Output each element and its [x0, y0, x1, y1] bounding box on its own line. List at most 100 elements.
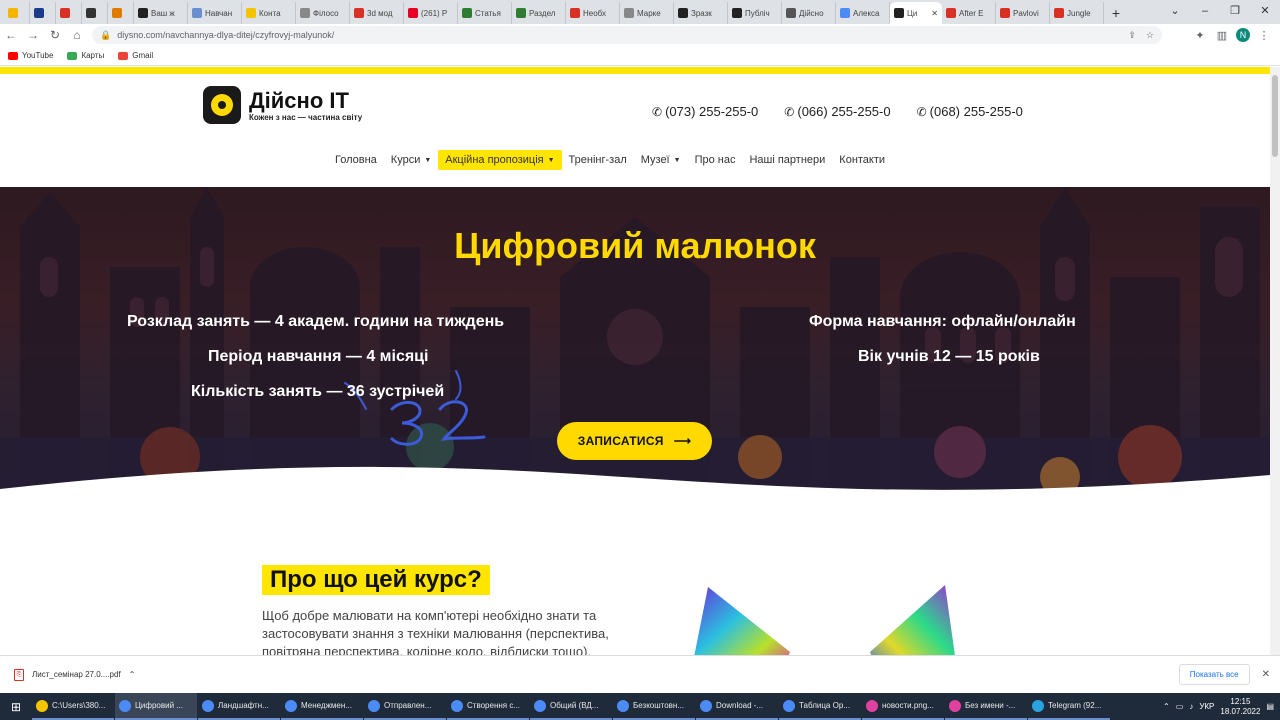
system-tray: ⌃ ▭ ♪ УКР 12:15 18.07.2022 ▤ — [1163, 697, 1280, 717]
browser-tab[interactable]: Pavlovi — [996, 2, 1050, 24]
browser-tab[interactable] — [56, 2, 82, 24]
taskbar-window[interactable]: Отправлен... — [364, 693, 446, 720]
browser-tab[interactable]: Марке — [620, 2, 674, 24]
page-scrollbar[interactable] — [1270, 67, 1280, 655]
browser-toolbar: ← → ↻ ⌂ 🔒 diysno.com/navchannya-dlya-dit… — [0, 24, 1280, 46]
profile-avatar[interactable]: N — [1236, 28, 1250, 42]
nav-item[interactable]: Контакти — [832, 150, 892, 170]
tab-favicon-icon — [112, 8, 122, 18]
phone-number-text: (073) 255-255-0 — [665, 104, 759, 119]
bookmark-item[interactable]: Gmail — [118, 51, 153, 60]
bookmark-item[interactable]: Карты — [67, 51, 104, 60]
browser-tab[interactable] — [108, 2, 134, 24]
browser-tab[interactable] — [4, 2, 30, 24]
taskbar-window[interactable]: Таблица Ор... — [779, 693, 861, 720]
nav-item[interactable]: Музеї ▼ — [634, 150, 688, 170]
tab-label: (261) P — [421, 8, 448, 18]
notifications-icon[interactable]: ▤ — [1266, 702, 1274, 711]
browser-tab[interactable]: Алекса — [836, 2, 890, 24]
reload-button[interactable]: ↻ — [44, 28, 66, 42]
taskbar-window[interactable]: новости.png... — [862, 693, 944, 720]
phone-number-text: (066) 255-255-0 — [797, 104, 891, 119]
browser-tab[interactable]: Дійсно — [782, 2, 836, 24]
browser-tab[interactable]: Необх — [566, 2, 620, 24]
taskbar-window[interactable]: Менеджмен... — [281, 693, 363, 720]
tab-favicon-icon — [60, 8, 70, 18]
windows-start-icon[interactable]: ⊞ — [0, 700, 32, 714]
tab-search-icon[interactable]: ⌄ — [1160, 0, 1190, 24]
tab-label: Jungle — [1067, 8, 1091, 18]
sidepanel-icon[interactable]: ▥ — [1214, 29, 1230, 42]
language-indicator[interactable]: УКР — [1199, 702, 1214, 711]
browser-tab[interactable]: Jungle — [1050, 2, 1104, 24]
taskbar-window[interactable]: C:\Users\380... — [32, 693, 114, 720]
close-tab-icon[interactable]: ✕ — [931, 9, 938, 18]
taskbar-window[interactable]: Telegram (92... — [1028, 693, 1110, 720]
tab-favicon-icon — [786, 8, 796, 18]
site-logo[interactable]: Дійсно IT Кожен з нас — частина світу — [203, 86, 362, 124]
taskbar-window[interactable]: Цифровий ... — [115, 693, 197, 720]
browser-tab[interactable]: Ваш ж — [134, 2, 188, 24]
close-downloads-icon[interactable]: ✕ — [1262, 669, 1270, 680]
nav-item[interactable]: Головна — [328, 150, 384, 170]
phone-number[interactable]: ✆ (073) 255-255-0 — [652, 104, 758, 119]
forward-button[interactable]: → — [22, 28, 44, 42]
nav-item[interactable]: Про нас — [688, 150, 743, 170]
close-window-button[interactable]: ✕ — [1250, 0, 1280, 24]
browser-tab[interactable]: Зразк — [674, 2, 728, 24]
phone-number-text: (068) 255-255-0 — [929, 104, 1023, 119]
taskbar-window[interactable]: Без имени -... — [945, 693, 1027, 720]
show-all-downloads-button[interactable]: Показать все — [1178, 664, 1250, 685]
browser-tab[interactable]: Конта — [242, 2, 296, 24]
tab-favicon-icon — [462, 8, 472, 18]
taskbar-window[interactable]: Безкоштовн... — [613, 693, 695, 720]
phone-number[interactable]: ✆ (066) 255-255-0 — [784, 104, 890, 119]
minimize-button[interactable]: – — [1190, 0, 1220, 24]
nav-item[interactable]: Акційна пропозиція ▼ — [438, 150, 562, 170]
chevron-up-icon[interactable]: ⌃ — [1163, 702, 1170, 711]
phone-number[interactable]: ✆ (068) 255-255-0 — [917, 104, 1023, 119]
nav-item[interactable]: Курси ▼ — [384, 150, 438, 170]
app-icon — [119, 699, 131, 712]
signup-button[interactable]: ЗАПИСАТИСЯ ⟶ — [557, 422, 712, 460]
address-bar[interactable]: 🔒 diysno.com/navchannya-dlya-ditej/czyfr… — [92, 26, 1162, 44]
share-icon[interactable]: ⇪ — [1128, 30, 1136, 41]
browser-tab[interactable] — [30, 2, 56, 24]
volume-icon[interactable]: ♪ — [1189, 702, 1193, 711]
bookmark-item[interactable]: YouTube — [8, 51, 53, 60]
new-tab-button[interactable]: + — [1104, 2, 1128, 24]
menu-icon[interactable]: ⋮ — [1256, 29, 1272, 42]
taskbar-window[interactable]: Створення с... — [447, 693, 529, 720]
back-button[interactable]: ← — [0, 28, 22, 42]
browser-tab[interactable]: Раздел — [512, 2, 566, 24]
clock[interactable]: 12:15 18.07.2022 — [1220, 697, 1260, 717]
download-item[interactable]: ⎘ Лист_семінар 27.0....pdf ⌃ — [0, 668, 148, 681]
nav-item[interactable]: Тренінг-зал — [562, 150, 634, 170]
tab-label: Конта — [259, 8, 281, 18]
tab-label: Публіч — [745, 8, 770, 18]
arrow-right-icon: ⟶ — [673, 434, 692, 448]
network-icon[interactable]: ▭ — [1176, 702, 1184, 711]
browser-tab[interactable]: Ци ✕ — [890, 2, 942, 24]
browser-tab[interactable]: (261) P — [404, 2, 458, 24]
taskbar-window[interactable]: Ландшафтн... — [198, 693, 280, 720]
browser-tab[interactable] — [82, 2, 108, 24]
browser-tab[interactable]: After E — [942, 2, 996, 24]
taskbar-window[interactable]: Общий (ВД... — [530, 693, 612, 720]
taskbar-window[interactable]: Download -... — [696, 693, 778, 720]
nav-item[interactable]: Наші партнери — [742, 150, 832, 170]
chevron-up-icon[interactable]: ⌃ — [129, 670, 136, 679]
tab-favicon-icon — [246, 8, 256, 18]
browser-tab[interactable]: Навчан — [188, 2, 242, 24]
browser-tab[interactable]: Статья — [458, 2, 512, 24]
maximize-button[interactable]: ❐ — [1220, 0, 1250, 24]
downloads-bar: ⎘ Лист_семінар 27.0....pdf ⌃ Показать вс… — [0, 655, 1280, 693]
extensions-icon[interactable]: ✦ — [1192, 29, 1208, 42]
browser-tab[interactable]: 3d мод — [350, 2, 404, 24]
home-button[interactable]: ⌂ — [66, 28, 88, 42]
browser-tab[interactable]: Публіч — [728, 2, 782, 24]
nav-item-label: Акційна пропозиція — [445, 154, 544, 166]
browser-tab[interactable]: Філосо — [296, 2, 350, 24]
bookmark-star-icon[interactable]: ☆ — [1146, 30, 1154, 41]
lock-icon[interactable]: 🔒 — [100, 30, 111, 41]
